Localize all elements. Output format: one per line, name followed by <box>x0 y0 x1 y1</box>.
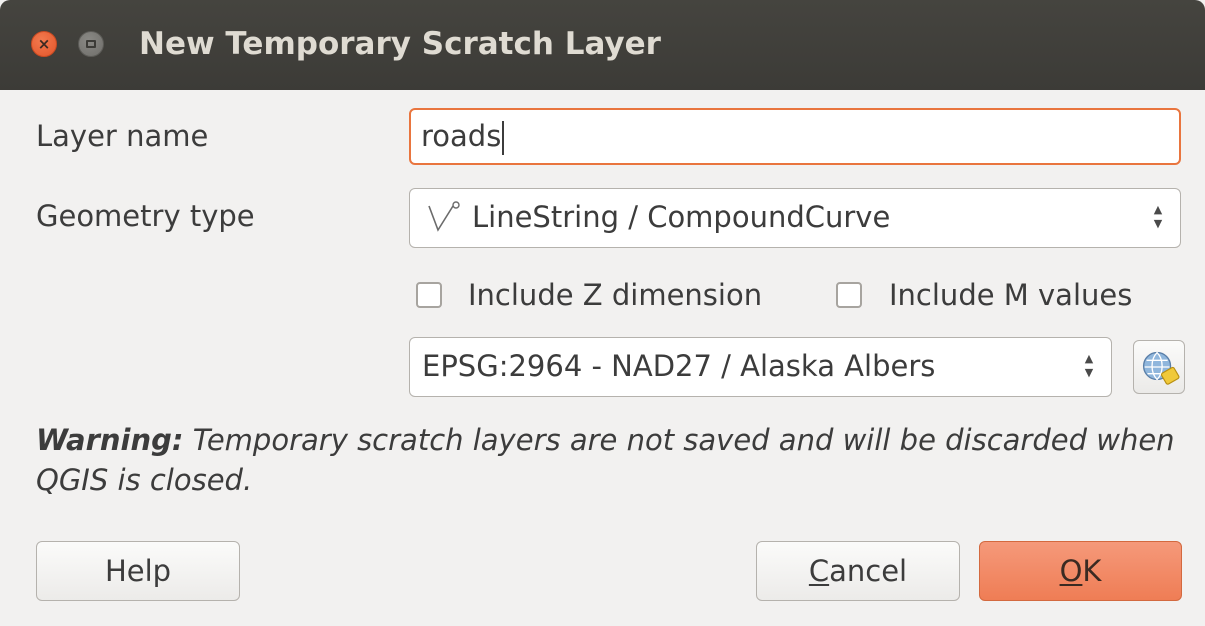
spin-arrows-icon: ▲ ▼ <box>1153 203 1163 230</box>
crs-select[interactable]: EPSG:2964 - NAD27 / Alaska Albers ▲ ▼ <box>409 337 1112 397</box>
layer-name-value: roads <box>421 119 502 153</box>
ok-label-rest: K <box>1082 554 1102 588</box>
maximize-icon <box>86 40 96 48</box>
layer-name-label: Layer name <box>36 119 209 153</box>
include-m-checkbox[interactable] <box>836 282 862 308</box>
cancel-label-rest: ancel <box>829 554 908 588</box>
geometry-type-select[interactable]: LineString / CompoundCurve ▲ ▼ <box>409 188 1181 248</box>
geometry-type-label: Geometry type <box>36 199 255 233</box>
warning-text: Temporary scratch layers are not saved a… <box>36 423 1175 497</box>
include-z-label: Include Z dimension <box>468 278 763 312</box>
cancel-button[interactable]: Cancel <box>756 541 960 601</box>
include-m-label: Include M values <box>889 278 1133 312</box>
linestring-icon <box>428 201 460 232</box>
close-window-button[interactable]: × <box>31 31 57 57</box>
close-icon: × <box>37 35 51 53</box>
maximize-window-button[interactable] <box>78 31 104 57</box>
spin-arrows-icon: ▲ ▼ <box>1084 352 1094 379</box>
crs-value: EPSG:2964 - NAD27 / Alaska Albers <box>422 349 936 383</box>
select-crs-button[interactable] <box>1133 340 1185 394</box>
globe-icon <box>1142 351 1180 385</box>
layer-name-input[interactable]: roads <box>409 108 1181 165</box>
title-bar: × New Temporary Scratch Layer <box>0 0 1205 90</box>
include-z-checkbox[interactable] <box>416 282 442 308</box>
ok-mnemonic: O <box>1059 554 1083 588</box>
ok-button[interactable]: OK <box>979 541 1182 601</box>
warning-message: Warning: Temporary scratch layers are no… <box>36 420 1186 500</box>
text-caret <box>502 121 505 155</box>
window-title: New Temporary Scratch Layer <box>139 26 661 62</box>
geometry-type-value: LineString / CompoundCurve <box>472 200 891 234</box>
cancel-mnemonic: C <box>808 554 830 588</box>
warning-label: Warning: <box>36 423 184 457</box>
help-button[interactable]: Help <box>36 541 240 601</box>
